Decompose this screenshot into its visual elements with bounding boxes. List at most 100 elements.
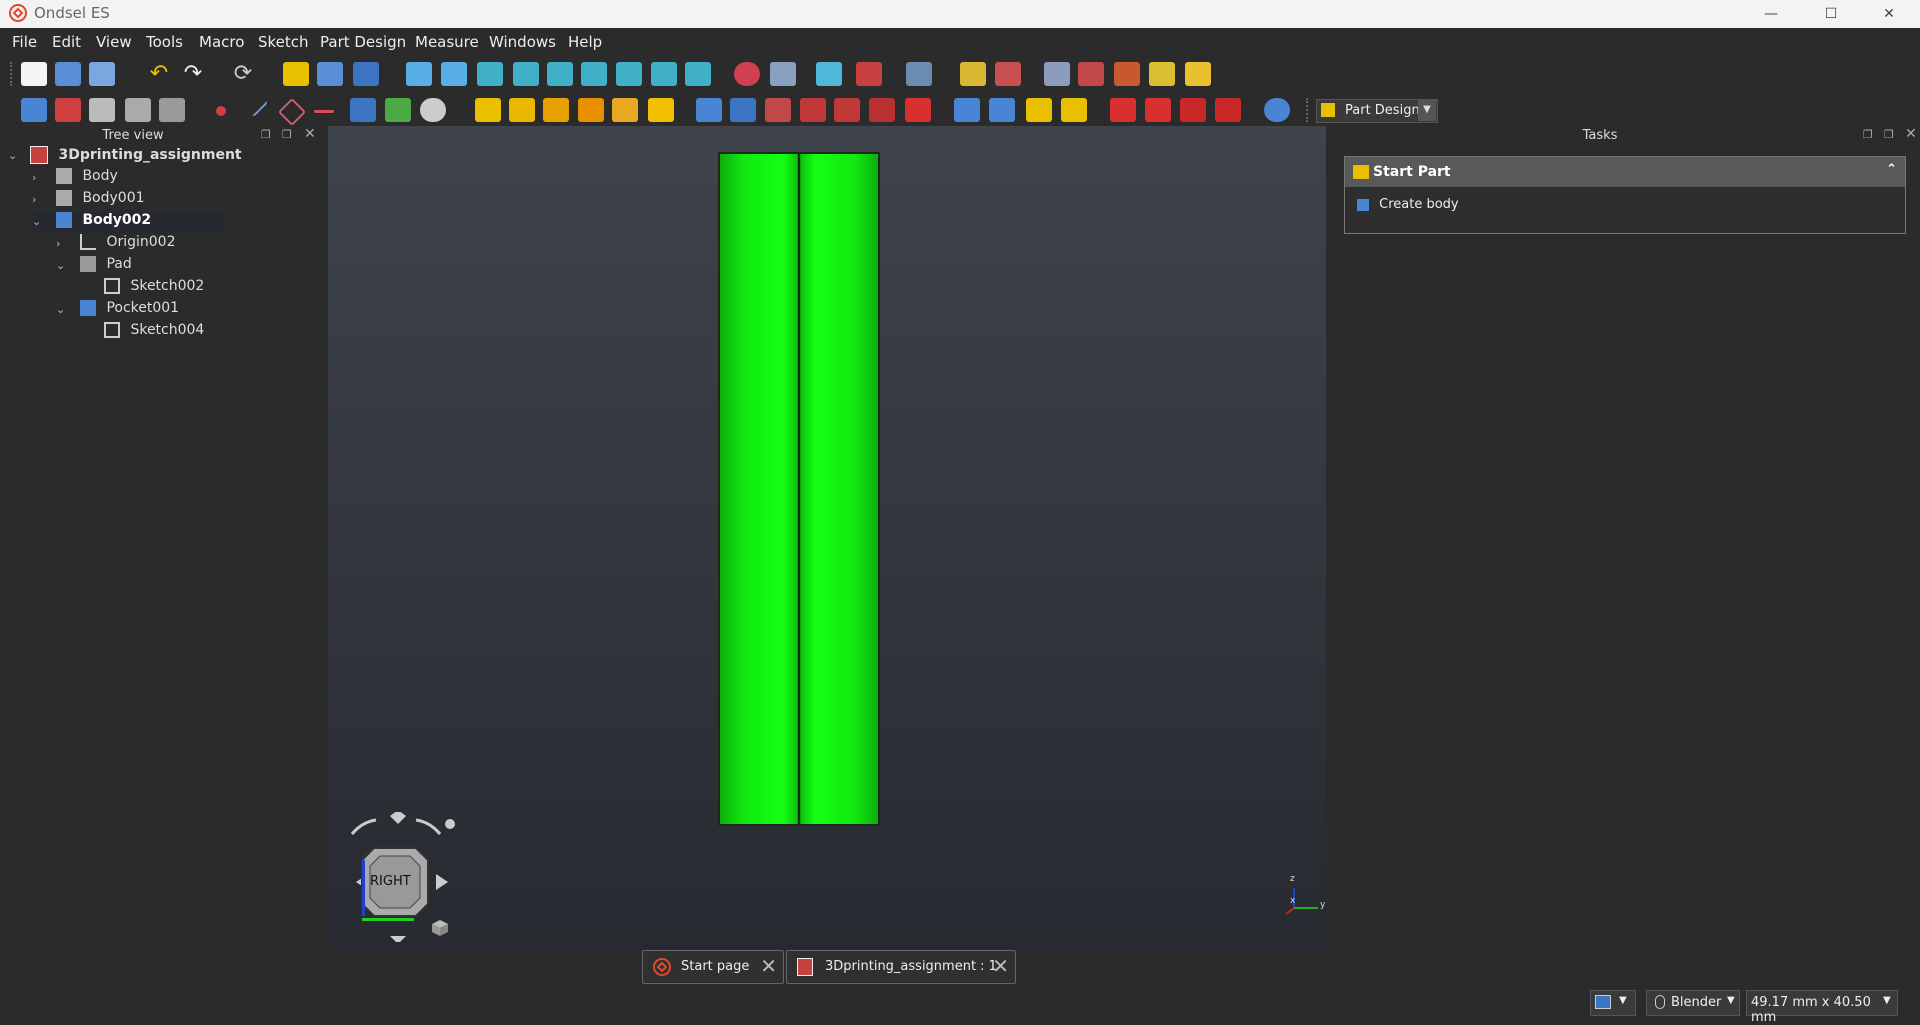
view-isometric-icon[interactable] bbox=[477, 62, 503, 86]
menu-file[interactable]: File bbox=[12, 33, 37, 51]
tab-close-icon[interactable]: ✕ bbox=[760, 954, 777, 978]
tree-item-body[interactable]: › Body bbox=[32, 168, 118, 190]
new-document-icon[interactable] bbox=[21, 62, 47, 86]
create-body-icon[interactable] bbox=[21, 98, 47, 122]
draft-icon[interactable] bbox=[1180, 98, 1206, 122]
draw-style-selector[interactable]: ▼ bbox=[1590, 990, 1636, 1016]
green-model-body[interactable] bbox=[718, 152, 880, 826]
edit-sketch-icon[interactable] bbox=[89, 98, 115, 122]
std-view-menu-icon[interactable] bbox=[770, 62, 796, 86]
hole-icon[interactable] bbox=[730, 98, 756, 122]
datum-plane-icon[interactable] bbox=[277, 97, 307, 127]
map-sketch-icon[interactable] bbox=[1149, 62, 1175, 86]
subshape-binder-icon[interactable] bbox=[385, 98, 411, 122]
whats-this-icon[interactable] bbox=[906, 62, 932, 86]
group-icon[interactable] bbox=[317, 62, 343, 86]
collapse-icon[interactable]: ⌃ bbox=[1886, 162, 1897, 177]
multitransform-icon[interactable] bbox=[1061, 98, 1087, 122]
tree-item-origin002[interactable]: › Origin002 bbox=[56, 234, 176, 256]
toggle-measure-icon[interactable] bbox=[856, 62, 882, 86]
menu-tools[interactable]: Tools bbox=[146, 33, 183, 51]
subtractive-pipe-icon[interactable] bbox=[834, 98, 860, 122]
panel-close-icon[interactable]: ✕ bbox=[1905, 126, 1917, 142]
redo-icon[interactable]: ↷ bbox=[180, 62, 206, 86]
minimize-button[interactable]: — bbox=[1748, 0, 1794, 28]
measure-distance-icon[interactable] bbox=[816, 62, 842, 86]
thickness-icon[interactable] bbox=[1215, 98, 1241, 122]
toolbar-grip[interactable] bbox=[1306, 98, 1310, 122]
link-icon[interactable] bbox=[353, 62, 379, 86]
toolbar-grip[interactable] bbox=[10, 62, 14, 86]
menu-windows[interactable]: Windows bbox=[489, 33, 556, 51]
merge-sketch-icon[interactable] bbox=[1078, 62, 1104, 86]
fit-selection-icon[interactable] bbox=[441, 62, 467, 86]
menu-macro[interactable]: Macro bbox=[199, 33, 244, 51]
part-icon[interactable] bbox=[283, 62, 309, 86]
chevron-down-icon[interactable]: ⌄ bbox=[56, 259, 65, 272]
dimension-display[interactable]: 49.17 mm x 40.50 mm ▼ bbox=[1746, 990, 1898, 1025]
chevron-down-icon[interactable]: ⌄ bbox=[32, 215, 41, 228]
subtractive-helix-icon[interactable] bbox=[869, 98, 895, 122]
pad-icon[interactable] bbox=[475, 98, 501, 122]
chamfer-icon[interactable] bbox=[1145, 98, 1171, 122]
view-right-icon[interactable] bbox=[581, 62, 607, 86]
menu-help[interactable]: Help bbox=[568, 33, 602, 51]
polar-pattern-icon[interactable] bbox=[1026, 98, 1052, 122]
view-left-icon[interactable] bbox=[685, 62, 711, 86]
chevron-down-icon[interactable]: ⌄ bbox=[56, 303, 65, 316]
navigation-style-selector[interactable]: Blender ▼ bbox=[1646, 990, 1740, 1016]
tree-item-body002[interactable]: ⌄ Body002 bbox=[32, 212, 224, 234]
3d-viewport[interactable]: RIGHT z y x bbox=[328, 126, 1326, 950]
clone-icon[interactable] bbox=[420, 98, 446, 122]
tree-item-body001[interactable]: › Body001 bbox=[32, 190, 145, 212]
chevron-down-icon[interactable]: ▼ bbox=[1418, 99, 1436, 121]
revolution-icon[interactable] bbox=[509, 98, 535, 122]
tree-item-sketch002[interactable]: Sketch002 bbox=[104, 278, 204, 300]
additive-helix-icon[interactable] bbox=[612, 98, 638, 122]
view-bottom-icon[interactable] bbox=[651, 62, 677, 86]
tree-item-pocket001[interactable]: ⌄ Pocket001 bbox=[56, 300, 179, 322]
create-sketch-icon[interactable] bbox=[55, 98, 81, 122]
tab-3dprinting-assignment[interactable]: 3Dprinting_assignment : 1 ✕ bbox=[786, 950, 1016, 984]
datum-line-icon[interactable] bbox=[243, 92, 269, 118]
undo-icon[interactable]: ↶ bbox=[146, 62, 172, 86]
measure-clear-icon[interactable] bbox=[734, 62, 760, 86]
open-document-icon[interactable] bbox=[55, 62, 81, 86]
menu-measure[interactable]: Measure bbox=[415, 33, 479, 51]
datum-point-icon[interactable] bbox=[216, 106, 226, 116]
tree-item-sketch004[interactable]: Sketch004 bbox=[104, 322, 204, 344]
panel-close-icon[interactable]: ✕ bbox=[304, 126, 316, 142]
create-body-action[interactable]: Create body bbox=[1357, 197, 1459, 219]
menu-sketch[interactable]: Sketch bbox=[258, 33, 309, 51]
groove-icon[interactable] bbox=[765, 98, 791, 122]
view-front-icon[interactable] bbox=[513, 62, 539, 86]
refresh-icon[interactable]: ⟳ bbox=[230, 62, 256, 86]
additive-pipe-icon[interactable] bbox=[578, 98, 604, 122]
sketch-view-icon[interactable] bbox=[960, 62, 986, 86]
view-top-icon[interactable] bbox=[547, 62, 573, 86]
navigation-cube[interactable]: RIGHT bbox=[332, 810, 458, 944]
view-rear-icon[interactable] bbox=[616, 62, 642, 86]
chevron-right-icon[interactable]: › bbox=[32, 171, 36, 184]
additive-primitive-icon[interactable] bbox=[648, 98, 674, 122]
local-coordinate-system-icon[interactable] bbox=[314, 110, 334, 113]
close-window-button[interactable]: ✕ bbox=[1866, 0, 1912, 28]
menu-part-design[interactable]: Part Design bbox=[320, 33, 406, 51]
maximize-button[interactable]: ☐ bbox=[1808, 0, 1854, 28]
fit-all-icon[interactable] bbox=[406, 62, 432, 86]
taskbox-header[interactable]: Start Part ⌃ bbox=[1345, 157, 1905, 187]
tree-item-document[interactable]: ⌄ 3Dprinting_assignment bbox=[8, 146, 242, 168]
chevron-down-icon[interactable]: ⌄ bbox=[8, 149, 17, 162]
tree-item-pad[interactable]: ⌄ Pad bbox=[56, 256, 132, 278]
subtractive-primitive-icon[interactable] bbox=[905, 98, 931, 122]
tab-close-icon[interactable]: ✕ bbox=[992, 954, 1009, 978]
check-geometry-icon[interactable] bbox=[159, 98, 185, 122]
chevron-right-icon[interactable]: › bbox=[32, 193, 36, 206]
boolean-icon[interactable] bbox=[1264, 98, 1290, 122]
linear-pattern-icon[interactable] bbox=[989, 98, 1015, 122]
mirrored-icon[interactable] bbox=[954, 98, 980, 122]
subtractive-loft-icon[interactable] bbox=[800, 98, 826, 122]
validate-sketch-icon[interactable] bbox=[1044, 62, 1070, 86]
panel-undock-icon[interactable]: ❐ bbox=[282, 128, 292, 141]
reorient-sketch-icon[interactable] bbox=[1185, 62, 1211, 86]
